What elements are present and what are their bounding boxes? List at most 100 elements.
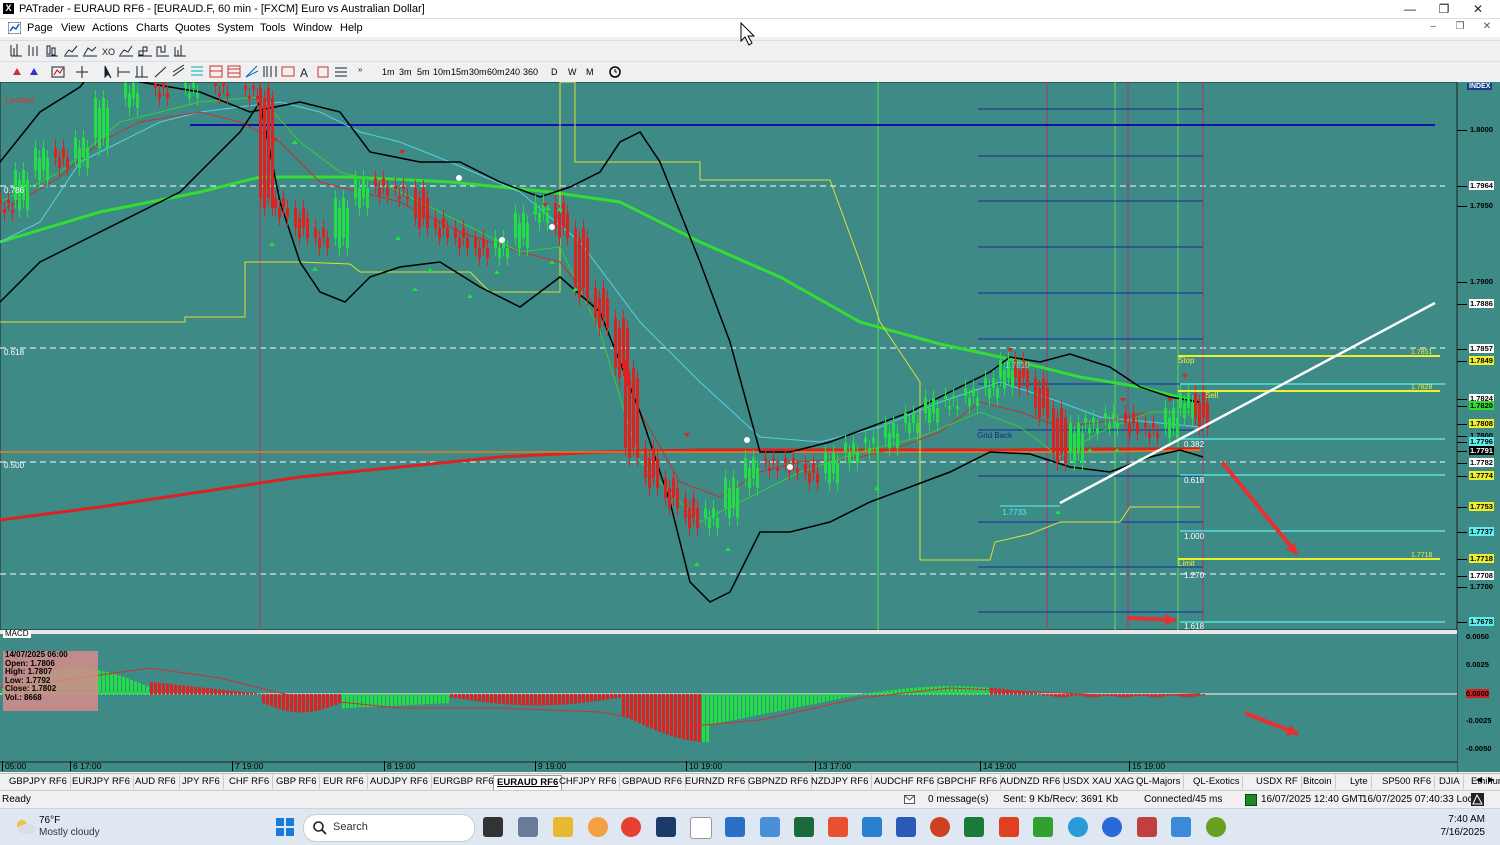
symbol-tab[interactable]: NZDJPY RF6 (808, 775, 873, 789)
trading-app-icon[interactable] (656, 817, 676, 837)
tf-d[interactable]: D (551, 65, 558, 79)
app-s-icon[interactable] (828, 817, 848, 837)
symbol-tab[interactable]: DJIA (1436, 775, 1464, 789)
chart-area[interactable]: Locked INDEX 0.786 0.618 0.500 Stop Limi… (0, 82, 1500, 772)
powerpoint-icon[interactable] (930, 817, 950, 837)
symbol-tab[interactable]: GBPNZD RF6 (745, 775, 813, 789)
area-chart-icon[interactable] (83, 46, 97, 57)
photos-icon[interactable] (760, 817, 780, 837)
zoom-icon[interactable] (1102, 817, 1122, 837)
close-button[interactable]: ✕ (1464, 1, 1492, 17)
menu-window[interactable]: Window (293, 22, 332, 34)
telegram-icon[interactable] (1068, 817, 1088, 837)
menu-quotes[interactable]: Quotes (175, 22, 210, 34)
tab-scroll-right-icon[interactable]: ▶ (1488, 775, 1494, 784)
symbol-tab[interactable]: EURNZD RF6 (682, 775, 750, 789)
symbol-tab[interactable]: USDX RF (1253, 775, 1302, 789)
time-zones-icon[interactable] (263, 66, 277, 77)
app-briefcase-icon[interactable] (1137, 817, 1157, 837)
trend-chart-icon[interactable] (119, 45, 133, 57)
volume-chart-icon[interactable] (174, 45, 186, 57)
tf-5m[interactable]: 5m (417, 65, 430, 79)
mdi-minimize-button[interactable]: – (1426, 21, 1440, 32)
tf-w[interactable]: W (568, 65, 577, 79)
more-tools-icon[interactable]: » (358, 65, 363, 74)
horizontal-line-icon[interactable] (117, 67, 130, 77)
rectangle-icon[interactable] (281, 66, 295, 77)
menu-help[interactable]: Help (340, 22, 363, 34)
file-explorer-icon[interactable] (553, 817, 573, 837)
clock-date[interactable]: 7/16/2025 (1430, 827, 1486, 838)
fib-extension-icon[interactable] (227, 65, 241, 78)
symbol-tab[interactable]: QL-Exotics (1190, 775, 1244, 789)
calculator-icon[interactable] (518, 817, 538, 837)
symbol-tab[interactable]: SP500 RF6 (1379, 775, 1436, 789)
symbol-tab[interactable]: Ethirium (1468, 775, 1500, 789)
arrow-tool-icon[interactable] (317, 66, 329, 78)
menu-system[interactable]: System (217, 22, 254, 34)
symbol-tab[interactable]: USDX XAU XAG (1060, 775, 1139, 789)
menu-actions[interactable]: Actions (92, 22, 128, 34)
tf-m[interactable]: M (586, 65, 594, 79)
clock-time[interactable]: 7:40 AM (1430, 814, 1485, 825)
maximize-button[interactable]: ❐ (1430, 1, 1458, 17)
price-chart[interactable] (0, 82, 1500, 772)
menu-tools[interactable]: Tools (260, 22, 286, 34)
mdi-restore-button[interactable]: ❐ (1453, 21, 1467, 32)
mdi-close-button[interactable]: ✕ (1480, 21, 1494, 32)
symbol-tab[interactable]: Lyte (1347, 775, 1372, 789)
kagi-chart-icon[interactable] (156, 45, 169, 57)
bar-chart-icon[interactable] (10, 44, 22, 57)
indicator-icon[interactable] (51, 66, 65, 78)
app-c-green-icon[interactable] (1033, 817, 1053, 837)
menu-view[interactable]: View (61, 22, 85, 34)
tf-30m[interactable]: 30m (469, 65, 487, 79)
fibonacci-icon[interactable] (191, 66, 203, 76)
tf-1m[interactable]: 1m (382, 65, 395, 79)
chart-menu-icon[interactable] (8, 22, 21, 34)
notes-icon[interactable] (725, 817, 745, 837)
renko-chart-icon[interactable] (138, 46, 152, 57)
buy-sell-icon[interactable] (13, 68, 38, 75)
gann-icon[interactable] (245, 65, 259, 78)
chart-app-icon[interactable] (794, 817, 814, 837)
symbol-tab[interactable]: CHF RF6 (226, 775, 274, 789)
menu-charts[interactable]: Charts (136, 22, 168, 34)
candle-chart-icon[interactable] (46, 45, 58, 57)
vertical-line-icon[interactable] (135, 66, 148, 78)
app-c-red-icon[interactable] (999, 817, 1019, 837)
cursor-icon[interactable] (104, 65, 112, 79)
pitchfork-icon[interactable] (335, 67, 347, 77)
symbol-tab[interactable]: CHFJPY RF6 (556, 775, 621, 789)
symbol-tab[interactable]: EURAUD RF6 (493, 775, 563, 790)
symbol-tab[interactable]: AUDCHF RF6 (871, 775, 939, 789)
mail-icon[interactable] (904, 795, 915, 804)
tf-10m[interactable]: 10m (433, 65, 451, 79)
symbol-tab[interactable]: GBPAUD RF6 (619, 775, 687, 789)
tf-3m[interactable]: 3m (399, 65, 412, 79)
menu-page[interactable]: Page (27, 22, 53, 34)
crosshair-icon[interactable] (76, 66, 88, 78)
symbol-tab[interactable]: GBPJPY RF6 (6, 775, 71, 789)
symbol-tab[interactable]: AUDNZD RF6 (997, 775, 1065, 789)
symbol-tab[interactable]: EURJPY RF6 (69, 775, 134, 789)
channel-icon[interactable] (172, 64, 185, 77)
symbol-tab[interactable]: Bitcoin (1300, 775, 1336, 789)
tf-60m[interactable]: 60m (487, 65, 505, 79)
weather-temp[interactable]: 76°F (39, 815, 60, 826)
resize-grip-icon[interactable] (1471, 793, 1484, 806)
patrader-icon[interactable] (690, 817, 712, 839)
tf-360[interactable]: 360 (523, 65, 538, 79)
app-w-icon[interactable] (1206, 817, 1226, 837)
fib-retrace-icon[interactable] (209, 65, 223, 78)
point-figure-icon[interactable]: XO (102, 47, 115, 57)
symbol-tab[interactable]: GBP RF6 (273, 775, 321, 789)
task-view-icon[interactable] (483, 817, 503, 837)
word-icon[interactable] (896, 817, 916, 837)
symbol-tab[interactable]: GBPCHF RF6 (934, 775, 1002, 789)
taskbar-search[interactable]: Search (303, 814, 475, 842)
app-s-blue-icon[interactable] (862, 817, 882, 837)
minimize-button[interactable]: — (1396, 1, 1424, 17)
trendline-icon[interactable] (154, 66, 167, 78)
excel-icon[interactable] (964, 817, 984, 837)
